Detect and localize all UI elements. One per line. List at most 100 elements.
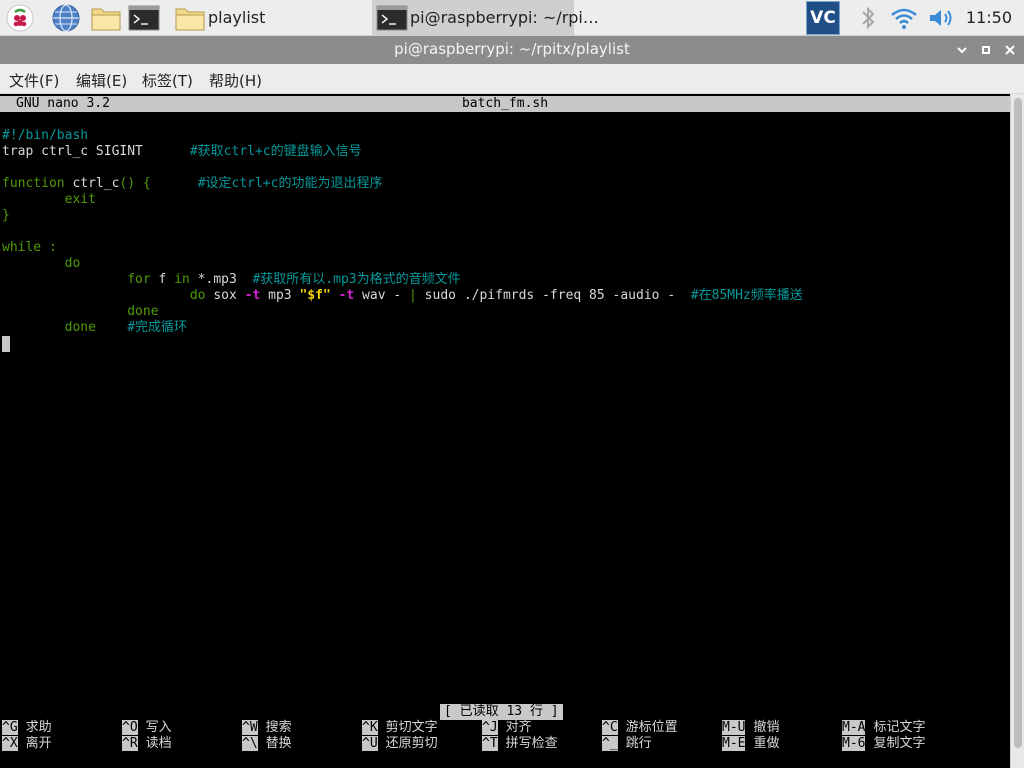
code-line: } — [2, 208, 10, 223]
code-line: exit — [2, 192, 96, 207]
shortcut-key: ^W — [242, 720, 258, 735]
menu-help[interactable]: 帮助(H) — [209, 70, 262, 91]
shortcut-label: 复制文字 — [873, 736, 926, 751]
menu-tabs[interactable]: 标签(T) — [142, 70, 193, 91]
shortcut-key: ^J — [482, 720, 498, 735]
minimize-button[interactable] — [952, 40, 972, 60]
shortcut-undo[interactable]: M-U 撤销 — [722, 720, 780, 736]
window-titlebar[interactable]: pi@raspberrypi: ~/rpitx/playlist — [0, 36, 1024, 64]
raspberry-icon[interactable] — [4, 2, 36, 34]
shortcut-goto-line[interactable]: ^_ 跳行 — [602, 736, 652, 752]
wifi-icon[interactable] — [888, 2, 920, 34]
scrollbar-thumb[interactable] — [1014, 98, 1022, 748]
code-flag: -t — [338, 288, 355, 303]
code-line: do sox -t mp3 "$f" -t wav - | sudo ./pif… — [2, 288, 803, 304]
folder-icon[interactable] — [90, 2, 122, 34]
vnc-label: VC — [810, 8, 836, 28]
shortcut-search[interactable]: ^W 搜索 — [242, 720, 292, 736]
code-comment: #在85MHz频率播送 — [690, 288, 803, 303]
shortcut-key: M-E — [722, 736, 746, 751]
shortcut-label: 拼写检查 — [505, 736, 558, 751]
code-line: function ctrl_c() { #设定ctrl+c的功能为退出程序 — [2, 176, 383, 192]
task-label: pi@raspberrypi: ~/rpi… — [410, 8, 599, 27]
shortcut-write[interactable]: ^O 写入 — [122, 720, 172, 736]
menubar: 文件(F) 编辑(E) 标签(T) 帮助(H) — [0, 64, 1024, 94]
shortcut-key: ^O — [122, 720, 138, 735]
code-line: done — [2, 304, 159, 319]
code-line: for f in *.mp3 #获取所有以.mp3为格式的音频文件 — [2, 272, 461, 288]
shortcut-label: 离开 — [25, 736, 52, 751]
volume-icon[interactable] — [926, 2, 958, 34]
clock[interactable]: 11:50 — [966, 8, 1012, 27]
code-line: do — [2, 256, 81, 271]
shortcut-justify[interactable]: ^J 对齐 — [482, 720, 532, 736]
shortcut-label: 标记文字 — [873, 720, 926, 735]
menu-file[interactable]: 文件(F) — [9, 70, 59, 91]
code-keyword: do — [2, 288, 206, 303]
bluetooth-icon[interactable] — [852, 2, 884, 34]
shortcut-key: ^_ — [602, 736, 618, 751]
code-text: mp3 — [260, 288, 300, 303]
code-line: #!/bin/bash — [2, 128, 89, 143]
code-comment: #设定ctrl+c的功能为退出程序 — [197, 176, 383, 191]
shortcut-label: 撤销 — [753, 720, 780, 735]
terminal-icon — [376, 2, 408, 34]
code-comment: #完成循环 — [127, 320, 188, 335]
text-cursor — [2, 336, 10, 352]
code-comment: #获取所有以.mp3为格式的音频文件 — [252, 272, 461, 287]
code-text: sox — [205, 288, 245, 303]
code-text: wav - — [354, 288, 410, 303]
code-line: trap ctrl_c SIGINT #获取ctrl+c的键盘输入信号 — [2, 144, 362, 160]
shortcut-label: 剪切文字 — [385, 720, 438, 735]
shortcut-uncut[interactable]: ^U 还原剪切 — [362, 736, 438, 752]
shortcut-key: M-6 — [842, 736, 866, 751]
shortcut-cursor-pos[interactable]: ^C 游标位置 — [602, 720, 678, 736]
code-pipe: | — [409, 288, 417, 303]
shortcut-spell[interactable]: ^T 拼写检查 — [482, 736, 558, 752]
shortcut-copy[interactable]: M-6 复制文字 — [842, 736, 926, 752]
terminal-icon[interactable] — [128, 2, 160, 34]
shortcut-key: ^R — [122, 736, 138, 751]
close-button[interactable] — [1000, 40, 1020, 60]
code-string: "$f" — [299, 288, 331, 303]
terminal-scrollbar[interactable] — [1010, 94, 1024, 768]
code-text: ctrl_c — [64, 176, 120, 191]
shortcut-key: ^T — [482, 736, 498, 751]
shortcut-key: ^C — [602, 720, 618, 735]
shortcut-exit[interactable]: ^X 离开 — [2, 736, 52, 752]
shortcut-label: 搜索 — [265, 720, 292, 735]
code-text: () { — [119, 176, 198, 191]
globe-icon[interactable] — [50, 2, 82, 34]
maximize-button[interactable] — [976, 40, 996, 60]
code-text: trap ctrl_c SIGINT — [2, 144, 190, 159]
menu-edit[interactable]: 编辑(E) — [76, 70, 127, 91]
taskbar: playlist pi@raspberrypi: ~/rpi… VC 11:50 — [0, 0, 1024, 36]
code-keyword: function — [2, 176, 65, 191]
shortcut-read[interactable]: ^R 读档 — [122, 736, 172, 752]
code-keyword: for — [2, 272, 151, 287]
shortcut-label: 游标位置 — [625, 720, 678, 735]
task-terminal[interactable]: pi@raspberrypi: ~/rpi… — [372, 0, 599, 36]
terminal-area[interactable]: GNU nano 3.2 batch_fm.sh #!/bin/bash tra… — [0, 94, 1010, 768]
nano-filename: batch_fm.sh — [461, 96, 549, 111]
task-playlist[interactable]: playlist — [170, 0, 370, 36]
shortcut-label: 重做 — [753, 736, 780, 751]
shortcut-redo[interactable]: M-E 重做 — [722, 736, 780, 752]
window-title: pi@raspberrypi: ~/rpitx/playlist — [394, 40, 630, 58]
shortcut-label: 替换 — [265, 736, 292, 751]
folder-icon — [174, 2, 206, 34]
shortcut-key: ^\ — [242, 736, 258, 751]
shortcut-mark[interactable]: M-A 标记文字 — [842, 720, 926, 736]
code-line: done #完成循环 — [2, 320, 187, 336]
shortcut-label: 对齐 — [505, 720, 532, 735]
shortcut-replace[interactable]: ^\ 替换 — [242, 736, 292, 752]
task-label: playlist — [208, 8, 266, 27]
code-text: sudo ./pifmrds -freq 85 -audio - — [416, 288, 691, 303]
shortcut-cut[interactable]: ^K 剪切文字 — [362, 720, 438, 736]
shortcut-label: 读档 — [145, 736, 172, 751]
code-keyword: in — [174, 272, 190, 287]
shortcut-help[interactable]: ^G 求助 — [2, 720, 52, 736]
vnc-icon[interactable]: VC — [806, 1, 840, 35]
code-line: while : — [2, 240, 57, 255]
